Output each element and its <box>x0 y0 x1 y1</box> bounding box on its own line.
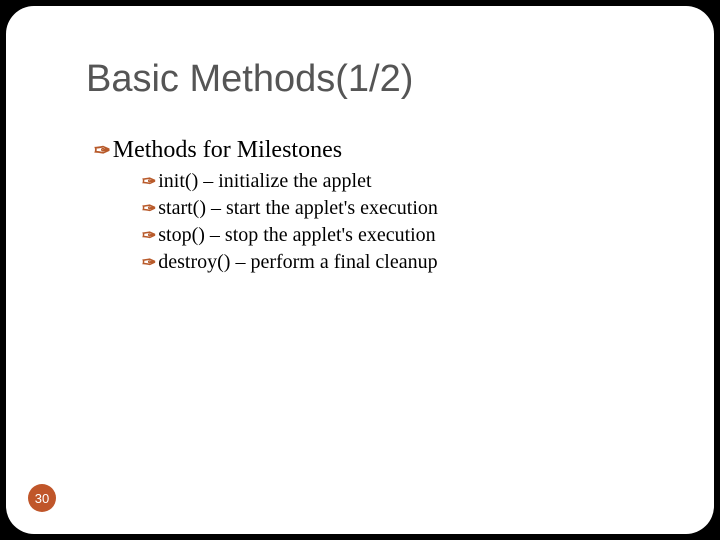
list-item: ✑init() – initialize the applet <box>142 168 674 195</box>
slide-frame: Basic Methods(1/2) ✑Methods for Mileston… <box>6 6 714 534</box>
list-item-label: start() – start the applet's execution <box>158 197 438 219</box>
list-item-label: stop() – stop the applet's execution <box>158 224 435 246</box>
list-item: ✑stop() – stop the applet's execution <box>142 222 674 249</box>
list-item: ✑start() – start the applet's execution <box>142 195 674 222</box>
list-item-label: Methods for Milestones <box>113 137 342 163</box>
list-item: ✑destroy() – perform a final cleanup <box>142 249 674 276</box>
bullet-icon: ✑ <box>142 198 156 221</box>
bullet-icon: ✑ <box>142 171 156 194</box>
page-number-badge: 30 <box>28 484 56 512</box>
bullet-icon: ✑ <box>142 252 156 275</box>
list-item-label: init() – initialize the applet <box>158 170 371 192</box>
list-item: ✑Methods for Milestones <box>94 134 674 166</box>
list-item-label: destroy() – perform a final cleanup <box>158 251 437 273</box>
slide-title: Basic Methods(1/2) <box>86 58 413 101</box>
slide-content: ✑Methods for Milestones ✑init() – initia… <box>94 134 674 276</box>
bullet-icon: ✑ <box>142 225 156 248</box>
bullet-icon: ✑ <box>94 138 111 165</box>
